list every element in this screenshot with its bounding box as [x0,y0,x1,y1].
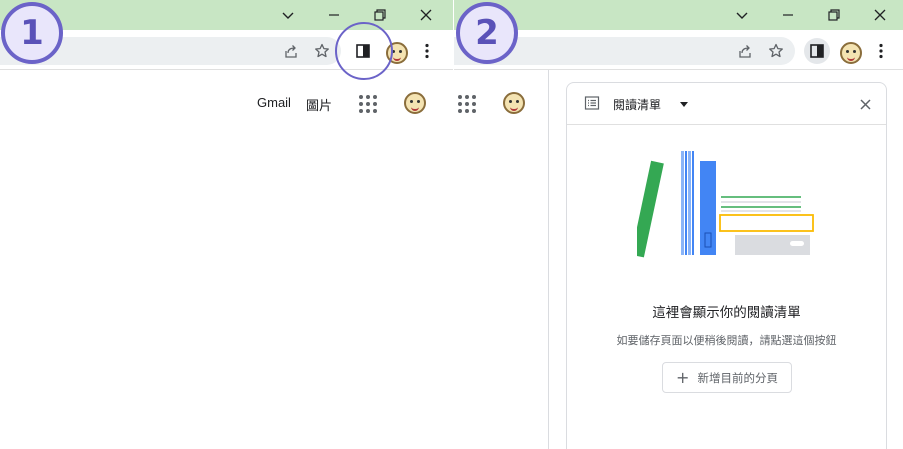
share-icon [285,45,297,58]
empty-reading-list-illustration [637,151,814,258]
side-panel-border [548,70,549,449]
tab-search-button[interactable] [276,4,300,26]
share-icon [739,45,751,58]
minimize-button[interactable] [776,4,800,26]
chevron-down-icon [282,12,294,19]
side-panel-button[interactable] [804,38,830,64]
kebab-menu-icon [425,43,429,59]
empty-state-title: 這裡會顯示你的閱讀清單 [652,305,801,321]
step-number: 1 [20,13,44,53]
account-avatar[interactable] [503,92,525,114]
tab-search-button[interactable] [730,4,754,26]
chevron-down-icon [736,12,748,19]
reading-list-title[interactable]: 閱讀清單 [613,96,661,113]
images-link[interactable]: 圖片 [306,95,332,114]
restore-button[interactable] [368,4,392,26]
close-window-button[interactable] [868,4,892,26]
empty-state-description: 如要儲存頁面以便稍後閱讀，請點選這個按鈕 [616,334,837,347]
close-window-button[interactable] [414,4,438,26]
page-content [454,70,548,449]
reading-list-header: 閱讀清單 [567,83,886,125]
step-1-panel: 1 Gmail 圖片 [0,0,453,449]
step-badge: 2 [456,2,518,64]
add-current-tab-label: 新增目前的分頁 [697,370,778,385]
profile-avatar[interactable] [386,42,408,64]
step-badge: 1 [1,2,63,64]
close-icon [874,9,886,21]
google-apps-icon[interactable] [458,95,476,113]
list-icon [584,96,600,110]
reading-list-panel: 閱讀清單 這裡會顯示你的閱讀清單 如要儲存頁面以便稍後閱讀，請點選這個按鈕 + … [566,82,887,449]
minimize-button[interactable] [322,4,346,26]
profile-avatar[interactable] [840,42,862,64]
star-icon [315,43,329,58]
star-icon [769,43,783,58]
step-2-panel: 2 閱讀清單 這裡會顯示你的閱讀清單 如要儲存頁面以便稍後閱讀，請點選這個按鈕 … [454,0,903,449]
browser-toolbar [0,30,453,70]
bookmark-button[interactable] [763,38,789,64]
gmail-link[interactable]: Gmail [257,95,291,110]
restore-icon [828,9,840,21]
share-button[interactable] [278,38,304,64]
plus-icon: + [676,367,690,387]
browser-toolbar [454,30,903,70]
title-bar [0,0,453,30]
side-panel-icon [356,44,370,58]
restore-icon [374,9,386,21]
kebab-menu-icon [879,43,883,59]
minimize-icon [329,14,339,16]
restore-button[interactable] [822,4,846,26]
account-avatar[interactable] [404,92,426,114]
dropdown-arrow-icon[interactable] [677,98,691,110]
share-button[interactable] [732,38,758,64]
close-side-panel-button[interactable] [855,94,875,114]
close-icon [420,9,432,21]
side-panel-icon [810,44,824,58]
google-apps-icon[interactable] [359,95,377,113]
step-number: 2 [475,13,499,53]
bookmark-button[interactable] [309,38,335,64]
side-panel-button[interactable] [350,38,376,64]
close-icon [859,98,871,110]
minimize-icon [783,14,793,16]
title-bar [454,0,903,30]
menu-button[interactable] [868,38,894,64]
menu-button[interactable] [414,38,440,64]
add-current-tab-button[interactable]: + 新增目前的分頁 [662,362,792,393]
